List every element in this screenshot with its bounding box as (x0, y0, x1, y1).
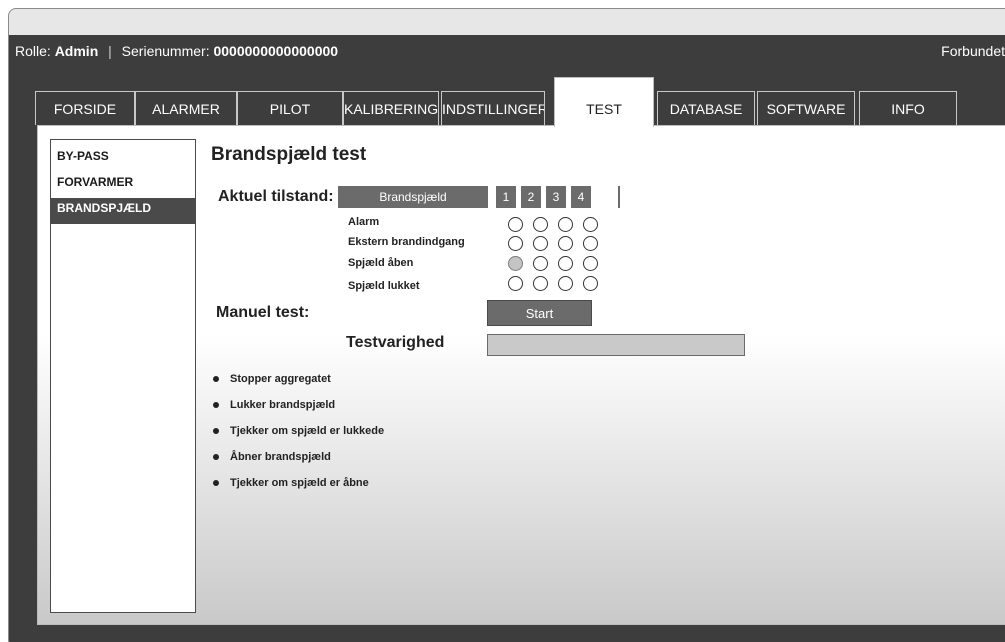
current-state-label: Aktuel tilstand: (218, 188, 334, 205)
bullet-icon (213, 454, 219, 460)
bullet-icon (213, 480, 219, 486)
indicator-lukket-2 (533, 276, 548, 291)
connection-status: Forbundet (941, 43, 1005, 59)
tab-database[interactable]: DATABASE (657, 91, 755, 125)
damper-header: Brandspjæld (338, 186, 488, 208)
indicator-alarm-2 (533, 217, 548, 232)
status-divider: | (108, 43, 112, 59)
manual-test-label: Manuel test: (216, 304, 310, 321)
tab-indstillinger[interactable]: INDSTILLINGER (441, 91, 545, 125)
test-steps-list: Stopper aggregatet Lukker brandspjæld Tj… (213, 366, 384, 496)
role-serial-info: Rolle: Admin | Serienummer: 000000000000… (15, 43, 338, 59)
indicator-alarm-4 (583, 217, 598, 232)
tab-pilot[interactable]: PILOT (237, 91, 343, 125)
damper-column-3: 3 (546, 186, 566, 208)
sidebar: BY-PASS FORVARMER BRANDSPJÆLD (50, 139, 196, 613)
row-label-spjaeld-aaben: Spjæld åben (348, 257, 414, 269)
damper-column-1: 1 (496, 186, 516, 208)
indicator-lukket-3 (558, 276, 573, 291)
bullet-icon (213, 428, 219, 434)
step-text: Tjekker om spjæld er åbne (230, 477, 369, 489)
step-text: Åbner brandspjæld (230, 451, 331, 463)
indicator-ekstern-1 (508, 236, 523, 251)
step-text: Tjekker om spjæld er lukkede (230, 425, 385, 437)
serial-label: Serienummer: (121, 43, 210, 59)
indicator-alarm-1 (508, 217, 523, 232)
indicator-alarm-3 (558, 217, 573, 232)
step-text: Stopper aggregatet (230, 373, 331, 385)
sidebar-item-by-pass[interactable]: BY-PASS (51, 146, 195, 172)
sidebar-item-forvarmer[interactable]: FORVARMER (51, 172, 195, 198)
indicator-lukket-4 (583, 276, 598, 291)
indicator-ekstern-2 (533, 236, 548, 251)
table-header-end (618, 186, 620, 208)
duration-progress-bar (487, 334, 745, 356)
damper-column-2: 2 (521, 186, 541, 208)
indicator-aaben-3 (558, 256, 573, 271)
tab-alarmer[interactable]: ALARMER (135, 91, 237, 125)
row-label-alarm: Alarm (348, 216, 380, 228)
page-title: Brandspjæld test (211, 144, 367, 165)
duration-label: Testvarighed (346, 334, 445, 351)
tab-kalibrering[interactable]: KALIBRERING (343, 91, 439, 125)
tab-test[interactable]: TEST (554, 77, 654, 127)
indicator-aaben-2 (533, 256, 548, 271)
indicator-aaben-1 (508, 256, 523, 271)
list-item: Lukker brandspjæld (213, 392, 384, 418)
indicator-lukket-1 (508, 276, 523, 291)
start-button[interactable]: Start (487, 300, 592, 326)
role-value: Admin (54, 43, 99, 59)
serial-value: 0000000000000000 (213, 43, 339, 59)
bullet-icon (213, 402, 219, 408)
list-item: Åbner brandspjæld (213, 444, 384, 470)
row-label-ekstern-brandindgang: Ekstern brandindgang (348, 236, 465, 248)
sidebar-item-brandspjaeld[interactable]: BRANDSPJÆLD (51, 198, 195, 224)
row-label-spjaeld-lukket: Spjæld lukket (348, 280, 420, 292)
bullet-icon (213, 376, 219, 382)
status-bar: Rolle: Admin | Serienummer: 000000000000… (9, 35, 1005, 67)
list-item: Tjekker om spjæld er lukkede (213, 418, 384, 444)
indicator-ekstern-3 (558, 236, 573, 251)
indicator-aaben-4 (583, 256, 598, 271)
indicator-ekstern-4 (583, 236, 598, 251)
tab-software[interactable]: SOFTWARE (757, 91, 855, 125)
list-item: Tjekker om spjæld er åbne (213, 470, 384, 496)
tab-forside[interactable]: FORSIDE (35, 91, 135, 125)
tab-info[interactable]: INFO (859, 91, 957, 125)
test-panel: BY-PASS FORVARMER BRANDSPJÆLD Brandspjæl… (37, 125, 1005, 625)
damper-column-4: 4 (571, 186, 591, 208)
list-item: Stopper aggregatet (213, 366, 384, 392)
step-text: Lukker brandspjæld (230, 399, 336, 411)
role-label: Rolle: (15, 43, 51, 59)
app-window: Rolle: Admin | Serienummer: 000000000000… (8, 8, 1005, 642)
